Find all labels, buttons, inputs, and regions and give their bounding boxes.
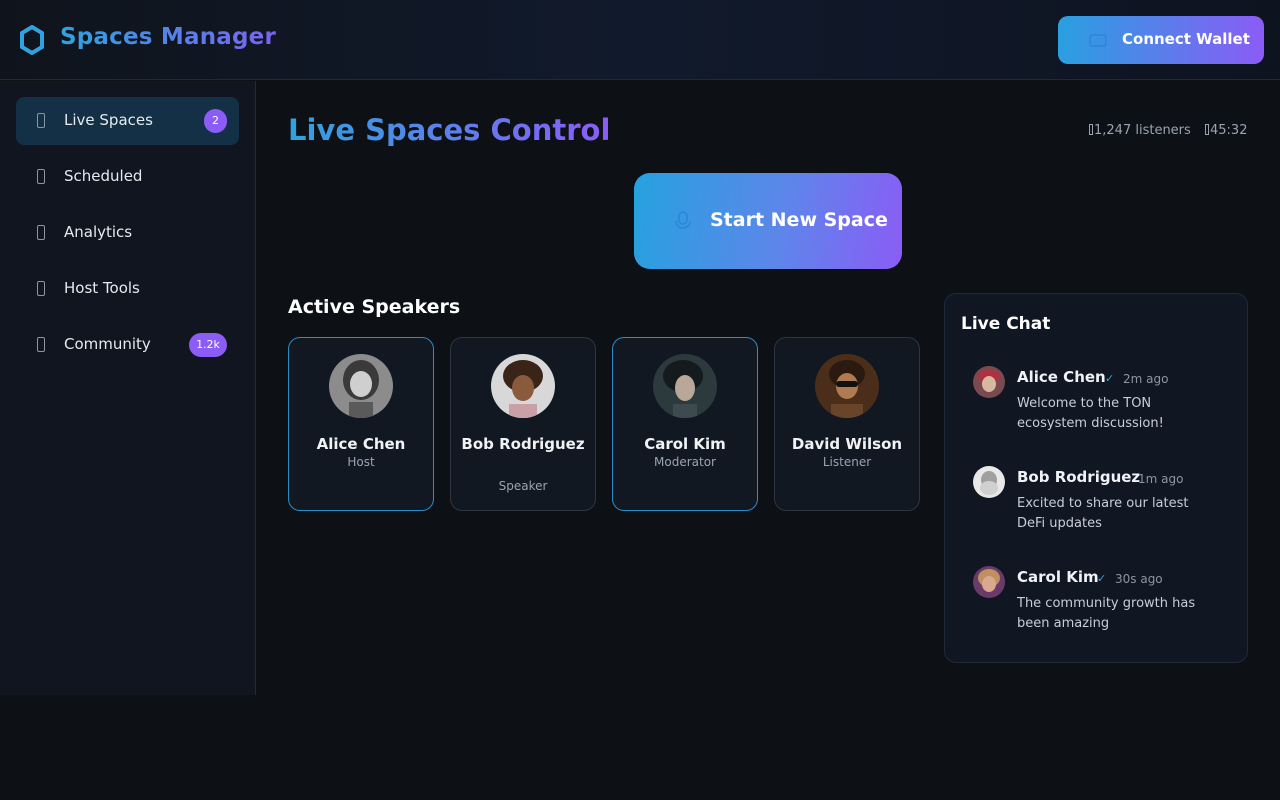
microphone-icon <box>675 211 691 229</box>
headphones-icon <box>1089 124 1093 135</box>
avatar <box>329 354 393 418</box>
chat-timestamp: 2m ago <box>1123 372 1169 386</box>
sidebar-item-label: Live Spaces <box>64 111 153 129</box>
listener-count-text: 1,247 listeners <box>1094 123 1191 138</box>
sidebar-item-analytics[interactable]: Analytics <box>16 209 239 257</box>
sidebar-item-host-tools[interactable]: Host Tools <box>16 265 239 313</box>
app-header: Spaces Manager Connect Wallet <box>0 0 1280 80</box>
sidebar-item-label: Community <box>64 335 151 353</box>
active-speakers-heading: Active Speakers <box>288 296 461 318</box>
chat-timestamp: 1m ago <box>1138 472 1184 486</box>
community-count-badge: 1.2k <box>189 333 227 357</box>
users-icon <box>37 337 45 352</box>
chat-message: Bob Rodriguez 1m ago Excited to share ou… <box>973 466 1233 546</box>
chat-text: The community growth has been amazing <box>1017 596 1196 631</box>
sidebar-item-live-spaces[interactable]: Live Spaces 2 <box>16 97 239 145</box>
speaker-role: Moderator <box>654 455 716 469</box>
clock-icon <box>1205 124 1209 135</box>
speaker-role: Listener <box>822 455 872 469</box>
chat-message: Carol Kim ✓ 30s ago The community growth… <box>973 566 1233 646</box>
wallet-icon <box>1089 34 1107 47</box>
live-chat-panel: Live Chat Alice Chen ✓ 2m ago Welcome to… <box>944 293 1248 663</box>
speaker-card[interactable]: Carol Kim Moderator <box>612 337 758 511</box>
sidebar-item-label: Host Tools <box>64 279 140 297</box>
speaker-role: Host <box>347 455 375 469</box>
verified-icon: ✓ <box>1105 372 1115 385</box>
space-duration-text: 45:32 <box>1210 123 1248 138</box>
avatar <box>973 366 1005 398</box>
avatar <box>653 354 717 418</box>
speaker-name: Carol Kim <box>644 435 726 453</box>
speaker-card[interactable]: Alice Chen Host <box>288 337 434 511</box>
sidebar-item-scheduled[interactable]: Scheduled <box>16 153 239 201</box>
avatar <box>815 354 879 418</box>
chat-message: Alice Chen ✓ 2m ago Welcome to the TON e… <box>973 366 1233 446</box>
space-duration: 45:32 <box>1205 123 1247 138</box>
app-brand: Spaces Manager <box>60 24 276 50</box>
avatar <box>973 566 1005 598</box>
tools-icon <box>37 281 45 296</box>
speaker-role: Speaker <box>498 479 548 493</box>
sidebar-item-label: Scheduled <box>64 167 143 185</box>
avatar <box>973 466 1005 498</box>
speaker-name: Alice Chen <box>316 435 406 453</box>
connect-wallet-label: Connect Wallet <box>1122 30 1250 48</box>
avatar <box>491 354 555 418</box>
verified-icon: ✓ <box>1097 572 1107 585</box>
sidebar: Live Spaces 2 Scheduled Analytics Host T… <box>0 81 256 695</box>
chat-author: Carol Kim <box>1017 568 1099 586</box>
chart-icon <box>37 225 45 240</box>
calendar-icon <box>37 169 45 184</box>
live-count-badge: 2 <box>204 109 227 133</box>
speaker-card[interactable]: Bob Rodriguez Speaker <box>450 337 596 511</box>
chat-author: Bob Rodriguez <box>1017 468 1141 486</box>
listener-count: 1,247 listeners <box>1089 123 1191 138</box>
sidebar-item-community[interactable]: Community 1.2k <box>16 321 239 369</box>
speaker-name: David Wilson <box>791 435 903 453</box>
start-new-space-button[interactable]: Start New Space <box>634 173 902 269</box>
connect-wallet-button[interactable]: Connect Wallet <box>1058 16 1264 64</box>
broadcast-icon <box>37 113 45 128</box>
live-chat-heading: Live Chat <box>961 314 1051 334</box>
chat-author: Alice Chen <box>1017 368 1106 386</box>
sidebar-item-label: Analytics <box>64 223 133 241</box>
speaker-card[interactable]: David Wilson Listener <box>774 337 920 511</box>
chat-timestamp: 30s ago <box>1115 572 1163 586</box>
chat-text: Excited to share our latest DeFi updates <box>1017 496 1189 531</box>
chat-text: Welcome to the TON ecosystem discussion! <box>1017 396 1164 431</box>
speaker-name: Bob Rodriguez <box>461 435 585 453</box>
page-title: Live Spaces Control <box>288 113 611 147</box>
start-new-space-label: Start New Space <box>710 209 888 231</box>
hexagon-logo-icon <box>20 25 44 55</box>
